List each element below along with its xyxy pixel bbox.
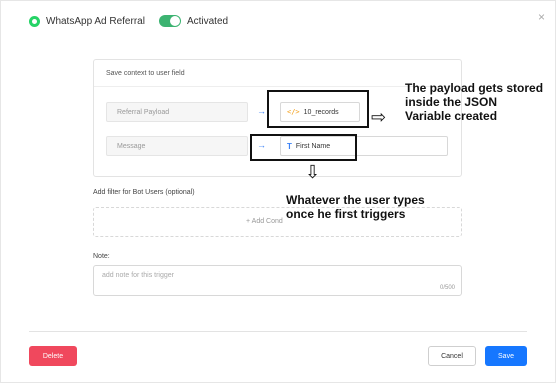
payload-highlight-box — [267, 90, 369, 128]
close-icon[interactable]: × — [538, 11, 545, 23]
cancel-button[interactable]: Cancel — [428, 346, 476, 366]
message-field: Message — [106, 136, 248, 156]
note-textarea[interactable]: add note for this trigger 0/500 — [93, 265, 462, 296]
payload-annotation: The payload gets stored inside the JSON … — [405, 81, 544, 123]
annotation-down-arrow-icon: ⇩ — [305, 162, 321, 182]
filter-label: Add filter for Bot Users (optional) — [93, 189, 195, 196]
delete-button[interactable]: Delete — [29, 346, 77, 366]
footer-divider — [29, 331, 527, 332]
message-annotation: Whatever the user types once he first tr… — [286, 193, 425, 221]
trigger-modal: WhatsApp Ad Referral Activated × Save co… — [0, 0, 556, 383]
activation-toggle[interactable] — [158, 15, 181, 27]
arrow-right-icon: → — [257, 106, 266, 116]
add-condition-button[interactable]: + Add Cond — [246, 218, 283, 225]
message-highlight-box — [250, 134, 357, 161]
context-title: Save context to user field — [106, 70, 185, 77]
activation-status: Activated — [186, 15, 229, 27]
trigger-title: WhatsApp Ad Referral — [46, 15, 145, 27]
modal-header: WhatsApp Ad Referral Activated — [29, 15, 228, 27]
note-placeholder: add note for this trigger — [102, 272, 174, 279]
save-button[interactable]: Save — [485, 346, 527, 366]
annotation-right-arrow-icon: ⇨ — [371, 107, 387, 127]
whatsapp-icon — [29, 15, 40, 27]
note-label: Note: — [93, 253, 110, 260]
referral-payload-field: Referral Payload — [106, 102, 248, 122]
note-char-count: 0/500 — [439, 285, 455, 291]
